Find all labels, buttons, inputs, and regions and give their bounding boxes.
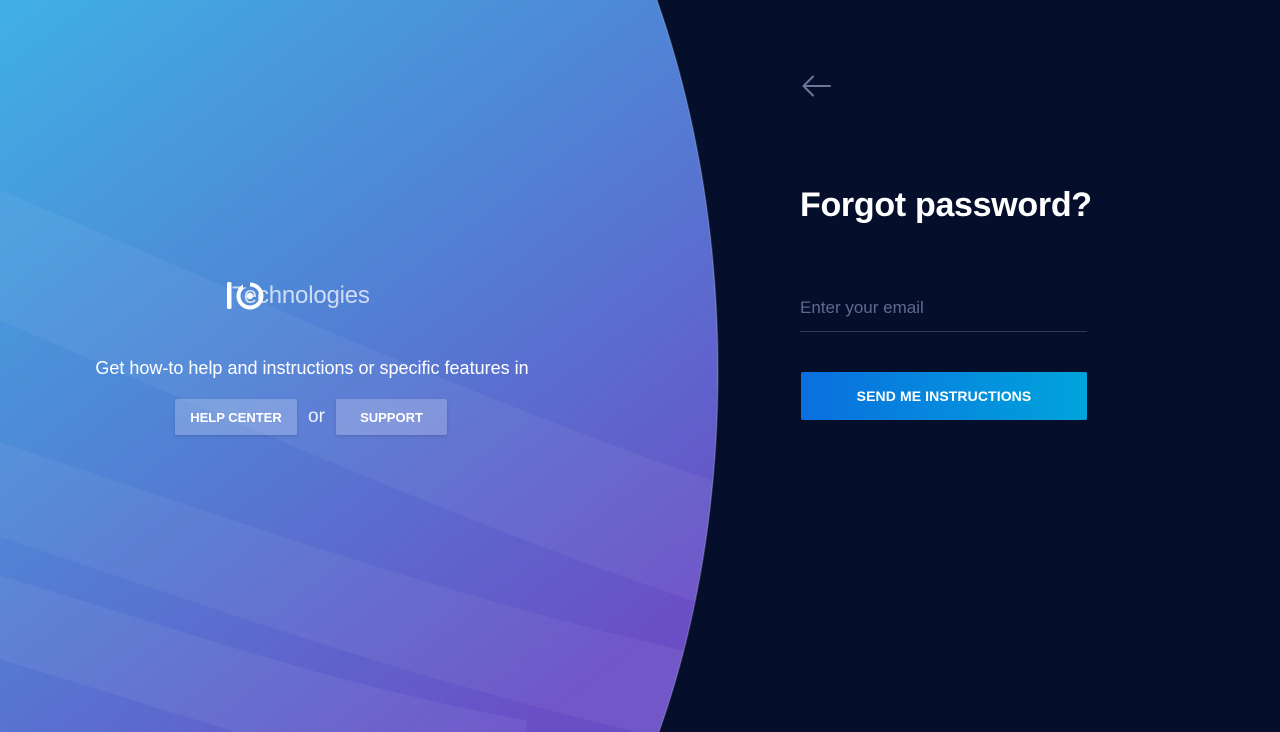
support-button[interactable]: SUPPORT: [336, 399, 447, 435]
io-logo-icon: [227, 282, 264, 310]
help-description: Get how-to help and instructions or spec…: [95, 358, 529, 378]
hero-panel: Technologies Get how-to help and instruc…: [0, 0, 1280, 732]
help-center-button[interactable]: HELP CENTER: [175, 399, 297, 435]
arrow-left-icon[interactable]: [800, 70, 834, 100]
email-field[interactable]: [800, 284, 1087, 332]
forgot-password-page: Technologies Get how-to help and instruc…: [0, 0, 1280, 732]
brand-logo: Technologies: [226, 280, 370, 312]
help-links: HELP CENTER or SUPPORT: [175, 399, 447, 435]
send-instructions-button[interactable]: SEND ME INSTRUCTIONS: [801, 372, 1087, 420]
page-title: Forgot password?: [800, 186, 1092, 224]
or-separator: or: [308, 406, 325, 427]
